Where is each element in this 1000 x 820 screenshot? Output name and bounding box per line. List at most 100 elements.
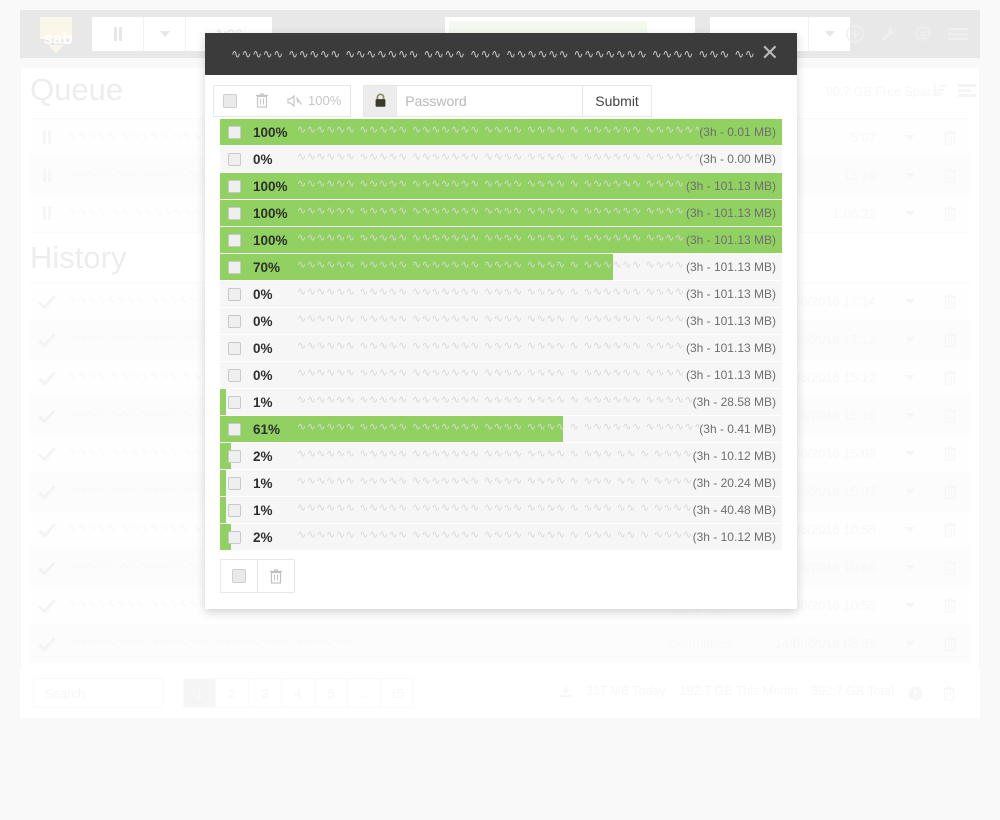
trash-icon[interactable] — [930, 206, 970, 221]
page-button-15[interactable]: 15 — [381, 678, 414, 708]
file-row[interactable]: 70% ∿∿∿∿∿∿ ∿∿∿∿∿ ∿∿∿∿∿∿∿ ∿∿∿∿ ∿∿∿∿ ∿ ∿∿∿∿… — [220, 254, 782, 281]
footer-delete-button[interactable] — [258, 560, 294, 592]
gear-icon[interactable] — [914, 25, 932, 43]
page-button-3[interactable]: 3 — [249, 678, 282, 708]
trash-icon[interactable] — [930, 598, 970, 613]
file-row[interactable]: 0% ∿∿∿∿∿∿ ∿∿∿∿∿ ∿∿∿∿∿∿∿ ∿∿∿∿ ∿∿∿∿ ∿ ∿∿∿∿∿… — [220, 308, 782, 335]
trash-icon[interactable] — [930, 484, 970, 499]
file-checkbox[interactable] — [228, 422, 241, 436]
file-row[interactable]: 100% ∿∿∿∿∿∿ ∿∿∿∿∿ ∿∿∿∿∿∿∿ ∿∿∿∿ ∿∿∿∿ ∿ ∿∿∿… — [220, 119, 782, 146]
delete-all-button[interactable] — [932, 679, 965, 707]
caret-down-icon[interactable] — [890, 211, 930, 216]
caret-down-icon[interactable] — [890, 451, 930, 456]
file-row[interactable]: 100% ∿∿∿∿∿∿ ∿∿∿∿∿ ∿∿∿∿∿∿∿ ∿∿∿∿ ∿∿∿∿ ∿ ∿∿∿… — [220, 227, 782, 254]
file-row[interactable]: 2% ∿∿∿∿∿∿ ∿∿∿∿∿ ∿∿∿∿∿∿∿ ∿∿∿∿ ∿∿∿∿ ∿ ∿∿∿ ∿… — [220, 524, 782, 551]
file-size-label: (3h - 101.13 MB) — [685, 287, 776, 301]
close-icon[interactable]: ✕ — [755, 41, 785, 67]
trash-icon[interactable] — [930, 370, 970, 385]
file-checkbox[interactable] — [228, 395, 241, 409]
file-checkbox[interactable] — [228, 368, 241, 382]
hamburger-menu-icon[interactable] — [948, 26, 968, 42]
file-checkbox[interactable] — [228, 233, 241, 247]
caret-down-icon[interactable] — [890, 489, 930, 494]
file-checkbox[interactable] — [228, 179, 241, 193]
delete-selected-button[interactable] — [246, 86, 278, 116]
caret-down-icon[interactable] — [890, 603, 930, 608]
trash-icon[interactable] — [930, 168, 970, 183]
logo-text: sab — [43, 29, 73, 48]
page-button-5[interactable]: 5 — [315, 678, 348, 708]
file-checkbox[interactable] — [228, 152, 241, 166]
caret-down-icon[interactable] — [890, 337, 930, 342]
file-checkbox[interactable] — [228, 206, 241, 220]
trash-icon[interactable] — [930, 446, 970, 461]
trash-icon[interactable] — [930, 130, 970, 145]
file-row[interactable]: 1% ∿∿∿∿∿∿ ∿∿∿∿∿ ∿∿∿∿∿∿∿ ∿∿∿∿ ∿∿∿∿ ∿ ∿∿∿ ∿… — [220, 470, 782, 497]
file-checkbox[interactable] — [228, 314, 241, 328]
submit-button[interactable]: Submit — [582, 85, 651, 116]
pause-icon[interactable] — [30, 131, 64, 144]
file-name: ∿∿∿∿∿∿ ∿∿∿∿∿ ∿∿∿∿∿∿∿ ∿∿∿∿ ∿∿∿∿ ∿ ∿∿∿∿∿∿ … — [297, 285, 686, 298]
file-row[interactable]: 1% ∿∿∿∿∿∿ ∿∿∿∿∿ ∿∿∿∿∿∿∿ ∿∿∿∿ ∿∿∿∿ ∿ ∿∿∿ ∿… — [220, 497, 782, 524]
pause-button[interactable] — [92, 17, 144, 51]
page-button-2[interactable]: 2 — [216, 678, 249, 708]
file-checkbox[interactable] — [228, 530, 241, 544]
file-name: ∿∿∿∿∿∿ ∿∿∿∿∿ ∿∿∿∿∿∿∿ ∿∿∿∿ ∿∿∿∿ ∿ ∿∿∿∿∿∿ … — [297, 339, 686, 352]
footer-bar: 12345...15 337 MB Today 192.7 GB This Mo… — [20, 668, 980, 718]
caret-down-icon[interactable] — [890, 299, 930, 304]
file-progress-label: 0% — [253, 340, 273, 356]
page-button-1[interactable]: 1 — [183, 678, 216, 708]
file-checkbox[interactable] — [228, 287, 241, 301]
pause-icon[interactable] — [30, 207, 64, 220]
file-checkbox[interactable] — [228, 125, 241, 139]
file-row[interactable]: 100% ∿∿∿∿∿∿ ∿∿∿∿∿ ∿∿∿∿∿∿∿ ∿∿∿∿ ∿∿∿∿ ∿ ∿∿∿… — [220, 200, 782, 227]
file-row[interactable]: 100% ∿∿∿∿∿∿ ∿∿∿∿∿ ∿∿∿∿∿∿∿ ∿∿∿∿ ∿∿∿∿ ∿ ∿∿∿… — [220, 173, 782, 200]
file-row[interactable]: 2% ∿∿∿∿∿∿ ∿∿∿∿∿ ∿∿∿∿∿∿∿ ∿∿∿∿ ∿∿∿∿ ∿ ∿∿∿ ∿… — [220, 443, 782, 470]
file-progress-label: 0% — [253, 367, 273, 383]
page-button-ellipsisellipsisellipsis[interactable]: ... — [348, 678, 381, 708]
repair-percent-indicator[interactable]: 100% — [278, 86, 350, 116]
file-row[interactable]: 1% ∿∿∿∿∿∿ ∿∿∿∿∿ ∿∿∿∿∿∿∿ ∿∿∿∿ ∿∿∿∿ ∿ ∿∿∿∿∿… — [220, 389, 782, 416]
file-checkbox[interactable] — [228, 260, 241, 274]
file-row[interactable]: 0% ∿∿∿∿∿∿ ∿∿∿∿∿ ∿∿∿∿∿∿∿ ∿∿∿∿ ∿∿∿∿ ∿ ∿∿∿∿∿… — [220, 362, 782, 389]
search-box[interactable] — [33, 678, 235, 708]
password-input[interactable] — [396, 85, 583, 116]
file-row[interactable]: 0% ∿∿∿∿∿∿ ∿∿∿∿∿ ∿∿∿∿∿∿∿ ∿∿∿∿ ∿∿∿∿ ∿ ∿∿∿∿∿… — [220, 281, 782, 308]
file-size-label: (3h - 101.13 MB) — [685, 233, 776, 247]
sab-logo[interactable]: sab — [34, 15, 80, 55]
sabnzbd-app: sab 1:06 — [0, 0, 1000, 820]
footer-select-all-button[interactable] — [221, 560, 258, 592]
list-view-icon[interactable] — [958, 83, 976, 98]
history-row[interactable]: ∿∿∿∿∿∿∿∿ ∿∿∿∿∿∿ ∿∿∿∿∿∿∿∿ ∿∿∿∿∿∿ Completed… — [30, 625, 970, 663]
caret-down-icon[interactable] — [890, 375, 930, 380]
file-checkbox[interactable] — [228, 476, 241, 490]
caret-down-icon[interactable] — [890, 565, 930, 570]
file-row[interactable]: 61% ∿∿∿∿∿∿ ∿∿∿∿∿ ∿∿∿∿∿∿∿ ∿∿∿∿ ∿∿∿∿ ∿ ∿∿∿∿… — [220, 416, 782, 443]
page-button-4[interactable]: 4 — [282, 678, 315, 708]
rate-dropdown-button[interactable] — [808, 17, 850, 51]
pause-dropdown-button[interactable] — [144, 17, 186, 51]
modal-toolbar-left-group: 100% — [213, 84, 352, 117]
trash-icon[interactable] — [930, 560, 970, 575]
file-row[interactable]: 0% ∿∿∿∿∿∿ ∿∿∿∿∿ ∿∿∿∿∿∿∿ ∿∿∿∿ ∿∿∿∿ ∿ ∿∿∿∿∿… — [220, 335, 782, 362]
select-all-button[interactable] — [214, 86, 246, 116]
sort-icon[interactable] — [932, 83, 946, 98]
caret-down-icon[interactable] — [890, 641, 930, 646]
trash-icon[interactable] — [930, 332, 970, 347]
caret-down-icon[interactable] — [890, 527, 930, 532]
caret-down-icon[interactable] — [890, 173, 930, 178]
file-checkbox[interactable] — [228, 341, 241, 355]
plus-circle-icon[interactable] — [846, 25, 864, 43]
caret-down-icon[interactable] — [890, 135, 930, 140]
trash-icon[interactable] — [930, 522, 970, 537]
file-checkbox[interactable] — [228, 449, 241, 463]
trash-icon[interactable] — [930, 294, 970, 309]
trash-icon[interactable] — [930, 408, 970, 423]
file-checkbox[interactable] — [228, 503, 241, 517]
info-button[interactable] — [899, 679, 932, 707]
file-row[interactable]: 0% ∿∿∿∿∿∿ ∿∿∿∿∿ ∿∿∿∿∿∿∿ ∿∿∿∿ ∿∿∿∿ ∿ ∿∿∿∿∿… — [220, 146, 782, 173]
trash-icon[interactable] — [930, 636, 970, 651]
wrench-icon[interactable] — [880, 25, 898, 43]
caret-down-icon[interactable] — [890, 413, 930, 418]
pause-icon[interactable] — [30, 169, 64, 182]
